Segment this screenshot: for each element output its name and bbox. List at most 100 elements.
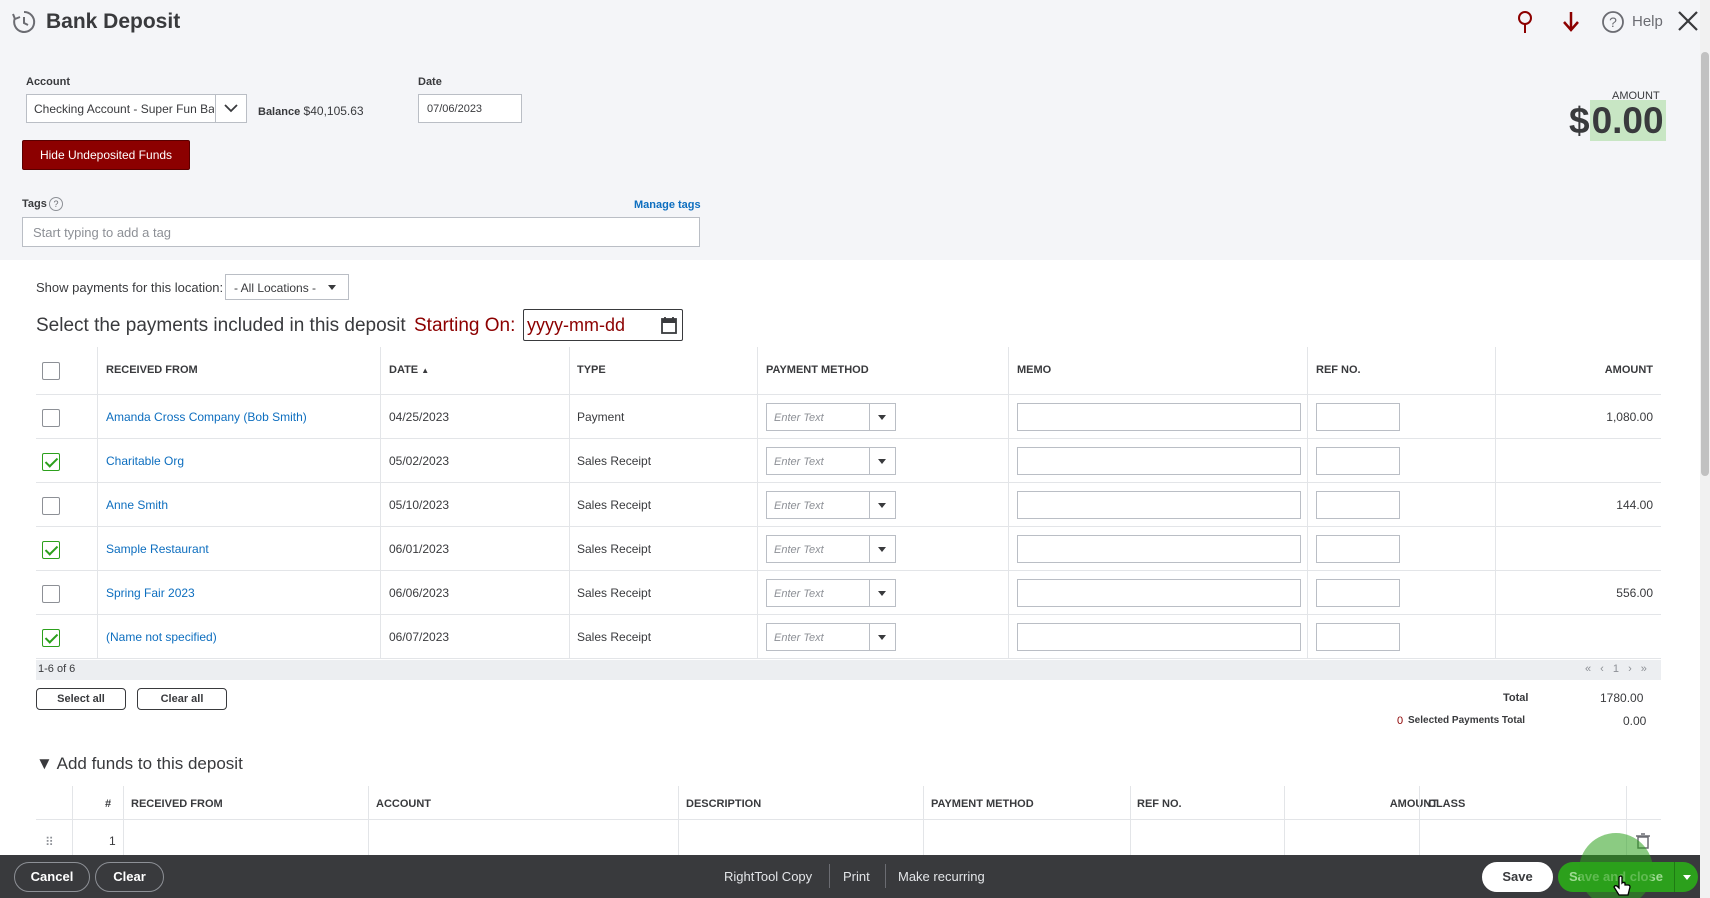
caret-down-icon[interactable] xyxy=(869,580,895,606)
payment-method-placeholder: Enter Text xyxy=(774,412,824,424)
row-type: Sales Receipt xyxy=(577,454,652,468)
ref-no-input[interactable] xyxy=(1316,491,1400,519)
column-divider xyxy=(123,786,124,856)
row-type: Sales Receipt xyxy=(577,630,652,644)
col-payment-method[interactable]: PAYMENT METHOD xyxy=(766,347,869,395)
col-type[interactable]: TYPE xyxy=(577,347,606,395)
received-from-link[interactable]: Spring Fair 2023 xyxy=(106,586,195,600)
row-checkbox[interactable] xyxy=(42,497,60,515)
ref-no-input[interactable] xyxy=(1316,623,1400,651)
table-row[interactable]: Charitable Org 05/02/2023 Sales Receipt Ent… xyxy=(36,439,1661,483)
account-select[interactable]: Checking Account - Super Fun Ba xyxy=(26,94,247,123)
select-all-button[interactable]: Select all xyxy=(36,688,126,710)
received-from-link[interactable]: Sample Restaurant xyxy=(106,542,209,556)
cancel-button[interactable]: Cancel xyxy=(14,862,90,892)
col-memo[interactable]: MEMO xyxy=(1017,347,1051,395)
starting-on-label: Starting On: xyxy=(414,315,516,336)
table-row[interactable]: Amanda Cross Company (Bob Smith) 04/25/20… xyxy=(36,395,1661,439)
table-row[interactable]: Sample Restaurant 06/01/2023 Sales Receipt… xyxy=(36,527,1661,571)
caret-down-icon[interactable] xyxy=(869,624,895,650)
col-amount[interactable]: AMOUNT xyxy=(1605,347,1653,395)
caret-down-icon[interactable] xyxy=(869,492,895,518)
save-button[interactable]: Save xyxy=(1482,862,1553,892)
received-from-link[interactable]: (Name not specified) xyxy=(106,630,217,644)
column-divider xyxy=(757,347,758,659)
col-received-from[interactable]: RECEIVED FROM xyxy=(106,347,198,395)
row-checkbox[interactable] xyxy=(42,629,60,647)
received-from-link[interactable]: Anne Smith xyxy=(106,498,168,512)
row-type: Sales Receipt xyxy=(577,542,652,556)
help-link[interactable]: Help xyxy=(1632,13,1663,30)
row-checkbox[interactable] xyxy=(42,453,60,471)
memo-input[interactable] xyxy=(1017,623,1301,651)
memo-input[interactable] xyxy=(1017,491,1301,519)
payment-method-placeholder: Enter Text xyxy=(774,544,824,556)
payment-method-select[interactable]: Enter Text xyxy=(766,579,896,607)
row-date: 06/01/2023 xyxy=(389,542,450,556)
table-row[interactable]: Anne Smith 05/10/2023 Sales Receipt Enter T… xyxy=(36,483,1661,527)
print-link[interactable]: Print xyxy=(843,869,870,884)
tags-help-icon[interactable]: ? xyxy=(49,197,63,211)
balance-label: Balance xyxy=(258,106,301,118)
row-checkbox[interactable] xyxy=(42,409,60,427)
starting-on-date-input[interactable]: yyyy-mm-dd xyxy=(523,309,683,341)
tags-label: Tags xyxy=(22,198,47,210)
clear-all-button[interactable]: Clear all xyxy=(137,688,227,710)
caret-down-icon[interactable] xyxy=(869,536,895,562)
pin-icon[interactable] xyxy=(1515,10,1535,34)
calendar-icon[interactable] xyxy=(661,316,677,334)
hide-undeposited-funds-button[interactable]: Hide Undeposited Funds xyxy=(22,140,190,170)
history-icon[interactable] xyxy=(11,9,37,35)
memo-input[interactable] xyxy=(1017,579,1301,607)
footer-divider xyxy=(829,864,830,888)
ref-no-input[interactable] xyxy=(1316,579,1400,607)
select-all-checkbox[interactable] xyxy=(42,362,60,380)
row-type: Sales Receipt xyxy=(577,498,652,512)
selected-total-value: 0.00 xyxy=(1623,714,1647,728)
ref-no-input[interactable] xyxy=(1316,447,1400,475)
drag-handle-icon[interactable]: ⠿ xyxy=(45,835,54,849)
col-date[interactable]: DATE ▲ xyxy=(389,347,429,395)
ref-no-input[interactable] xyxy=(1316,535,1400,563)
make-recurring-link[interactable]: Make recurring xyxy=(898,869,985,884)
add-funds-toggle[interactable]: ▼ Add funds to this deposit xyxy=(36,754,243,774)
column-divider xyxy=(72,786,73,856)
memo-input[interactable] xyxy=(1017,535,1301,563)
caret-down-icon[interactable] xyxy=(869,404,895,430)
account-label: Account xyxy=(26,76,70,88)
table-row[interactable]: Spring Fair 2023 06/06/2023 Sales Receipt E… xyxy=(36,571,1661,615)
account-select-value: Checking Account - Super Fun Ba xyxy=(34,102,214,116)
scrollbar-thumb[interactable] xyxy=(1701,52,1709,476)
caret-down-icon[interactable] xyxy=(869,448,895,474)
payment-method-select[interactable]: Enter Text xyxy=(766,623,896,651)
memo-input[interactable] xyxy=(1017,403,1301,431)
payment-method-select[interactable]: Enter Text xyxy=(766,447,896,475)
pager-nav[interactable]: « ‹ 1 › » xyxy=(1585,663,1650,675)
clear-button[interactable]: Clear xyxy=(95,862,164,892)
ref-no-input[interactable] xyxy=(1316,403,1400,431)
footer-divider xyxy=(885,864,886,888)
payment-method-select[interactable]: Enter Text xyxy=(766,403,896,431)
payment-method-select[interactable]: Enter Text xyxy=(766,535,896,563)
received-from-link[interactable]: Amanda Cross Company (Bob Smith) xyxy=(106,410,307,424)
col-ref-no[interactable]: REF NO. xyxy=(1316,347,1361,395)
help-icon[interactable]: ? xyxy=(1601,10,1625,34)
column-divider xyxy=(1284,786,1285,856)
manage-tags-link[interactable]: Manage tags xyxy=(634,199,701,211)
col-account: ACCOUNT xyxy=(376,798,431,810)
memo-input[interactable] xyxy=(1017,447,1301,475)
account-dropdown-button[interactable] xyxy=(215,94,247,123)
row-date: 06/07/2023 xyxy=(389,630,450,644)
table-row[interactable]: (Name not specified) 06/07/2023 Sales Rece… xyxy=(36,615,1661,659)
cursor-hand-icon xyxy=(1613,875,1631,896)
col-payment-method: PAYMENT METHOD xyxy=(931,798,1034,810)
payment-method-select[interactable]: Enter Text xyxy=(766,491,896,519)
row-checkbox[interactable] xyxy=(42,585,60,603)
date-input[interactable]: 07/06/2023 xyxy=(418,94,522,123)
close-icon[interactable] xyxy=(1676,9,1700,33)
righttool-copy-link[interactable]: RightTool Copy xyxy=(724,869,812,884)
tags-input[interactable]: Start typing to add a tag xyxy=(22,217,700,247)
received-from-link[interactable]: Charitable Org xyxy=(106,454,184,468)
row-checkbox[interactable] xyxy=(42,541,60,559)
download-icon[interactable] xyxy=(1560,10,1582,34)
